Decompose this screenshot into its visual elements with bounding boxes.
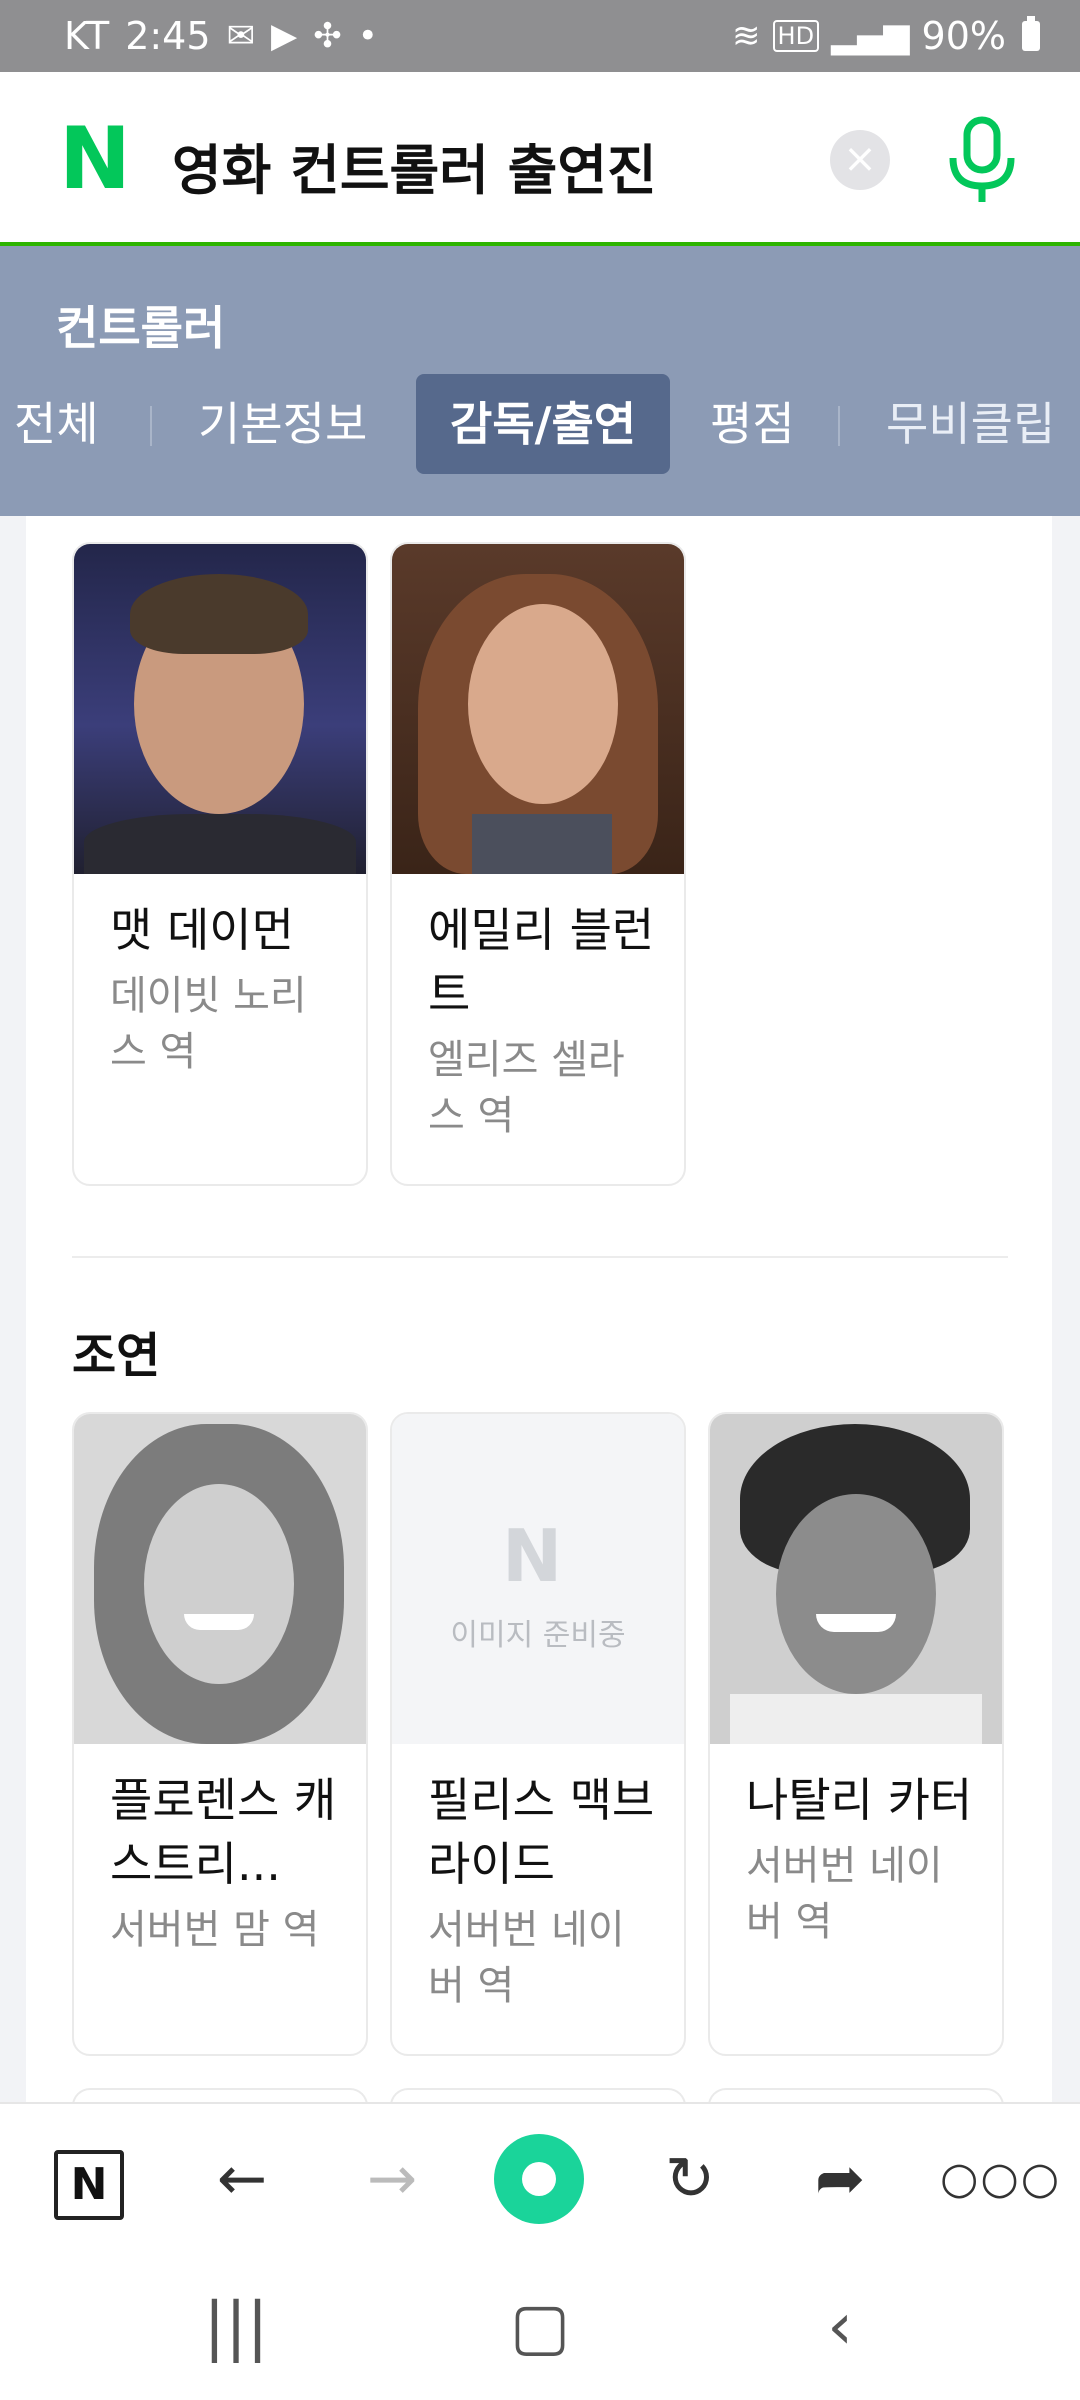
cast-role: 엘리즈 셀라스 역	[428, 1037, 625, 1139]
back-button[interactable]: ←	[192, 2104, 292, 2254]
cast-card[interactable]: 나탈리 카터 서버번 네이버 역	[708, 1412, 1004, 2056]
tab-movie-clip[interactable]: 무비클립	[886, 374, 1055, 474]
green-dot-button[interactable]	[494, 2134, 584, 2224]
mail-icon: ✉	[226, 16, 256, 56]
movie-title[interactable]: 컨트롤러	[56, 292, 225, 358]
status-bar: KT 2:45 ✉ ▶ ✣ • ≋ HD ▂▄▆ 90%	[0, 0, 1080, 72]
arrow-left-icon: ←	[216, 2144, 268, 2214]
search-header: N 영화 컨트롤러 출연진 ×	[0, 72, 1080, 246]
share-button[interactable]: ➦	[790, 2104, 890, 2254]
tab-all[interactable]: 전체	[14, 374, 99, 474]
recent-apps-button[interactable]: |||	[176, 2254, 296, 2400]
more-icon: ○○○	[940, 2153, 1062, 2204]
signal-icon: ▂▄▆	[831, 16, 910, 56]
cast-name: 필리스 맥브라이드	[428, 1773, 655, 1891]
microphone-icon	[949, 116, 1015, 202]
cast-card[interactable]	[72, 2088, 368, 2102]
browser-toolbar: N ← → ↻ ➦ ○○○	[0, 2102, 1080, 2256]
cast-role: 서버번 네이버 역	[746, 1843, 943, 1945]
cast-card[interactable]: 에밀리 블런트 엘리즈 셀라스 역	[390, 542, 686, 1186]
share-icon: ➦	[814, 2144, 866, 2214]
system-back-button[interactable]: ‹	[780, 2254, 900, 2400]
refresh-icon: ↻	[664, 2144, 716, 2214]
image-placeholder: N 이미지 준비중	[392, 1414, 684, 1744]
battery-icon	[1022, 16, 1040, 51]
movie-tabs: 전체 기본정보 감독/출연 평점 무비클립	[0, 374, 1080, 474]
cast-card[interactable]: 플로렌스 캐스트리... 서버번 맘 역	[72, 1412, 368, 2056]
naver-home-button[interactable]: N	[54, 2150, 124, 2220]
cast-role: 서버번 네이버 역	[428, 1907, 625, 2009]
cast-card[interactable]: 맷 데이먼 데이빗 노리스 역	[72, 542, 368, 1186]
recent-apps-icon: |||	[203, 2290, 269, 2364]
voice-search-button[interactable]	[945, 116, 1019, 206]
forward-button[interactable]: →	[342, 2104, 442, 2254]
cast-name: 맷 데이먼	[110, 903, 294, 957]
tab-divider	[838, 406, 840, 446]
actor-photo	[710, 1414, 1002, 1744]
placeholder-text: 이미지 준비중	[450, 1618, 626, 1653]
clock: 2:45	[125, 14, 211, 58]
naver-placeholder-icon: N	[502, 1514, 563, 1598]
supporting-section-title: 조연	[72, 1328, 161, 1384]
chevron-left-icon: ‹	[827, 2290, 853, 2364]
system-nav-bar: ||| ▢ ‹	[0, 2254, 1080, 2400]
battery-percent: 90%	[921, 14, 1006, 58]
arrow-right-icon: →	[366, 2144, 418, 2214]
cast-card[interactable]: N 이미지 준비중 필리스 맥브라이드 서버번 네이버 역	[390, 1412, 686, 2056]
carrier-label: KT	[64, 14, 110, 58]
hd-icon: HD	[772, 20, 820, 52]
fan-icon: ✣	[313, 16, 342, 56]
cast-role: 데이빗 노리스 역	[110, 973, 307, 1075]
tab-basic-info[interactable]: 기본정보	[198, 374, 367, 474]
naver-logo-icon[interactable]: N	[58, 116, 131, 202]
cast-name: 플로렌스 캐스트리...	[110, 1773, 337, 1891]
home-button[interactable]: ▢	[480, 2254, 600, 2400]
tab-director-cast[interactable]: 감독/출연	[416, 374, 671, 474]
tab-rating[interactable]: 평점	[710, 374, 795, 474]
cast-content: 맷 데이먼 데이빗 노리스 역 에밀리 블런트 엘리즈 셀라스 역 조연 플로렌…	[26, 516, 1052, 2102]
home-icon: ▢	[509, 2290, 571, 2364]
cast-card[interactable]	[708, 2088, 1004, 2102]
refresh-button[interactable]: ↻	[640, 2104, 740, 2254]
cast-role: 서버번 맘 역	[110, 1907, 320, 1953]
actor-photo	[392, 544, 684, 874]
cast-card[interactable]	[390, 2088, 686, 2102]
youtube-icon: ▶	[271, 16, 298, 56]
cast-name: 나탈리 카터	[746, 1773, 973, 1827]
section-divider	[72, 1256, 1008, 1258]
wifi-icon: ≋	[732, 16, 761, 56]
search-input[interactable]: 영화 컨트롤러 출연진	[172, 126, 657, 205]
movie-nav-panel: 컨트롤러 전체 기본정보 감독/출연 평점 무비클립	[0, 246, 1080, 516]
dot-icon: •	[357, 16, 378, 56]
clear-search-button[interactable]: ×	[830, 130, 890, 190]
actor-photo	[74, 544, 366, 874]
cast-name: 에밀리 블런트	[428, 903, 655, 1021]
more-button[interactable]: ○○○	[940, 2104, 1059, 2254]
actor-photo	[74, 1414, 366, 1744]
tab-divider	[150, 406, 152, 446]
